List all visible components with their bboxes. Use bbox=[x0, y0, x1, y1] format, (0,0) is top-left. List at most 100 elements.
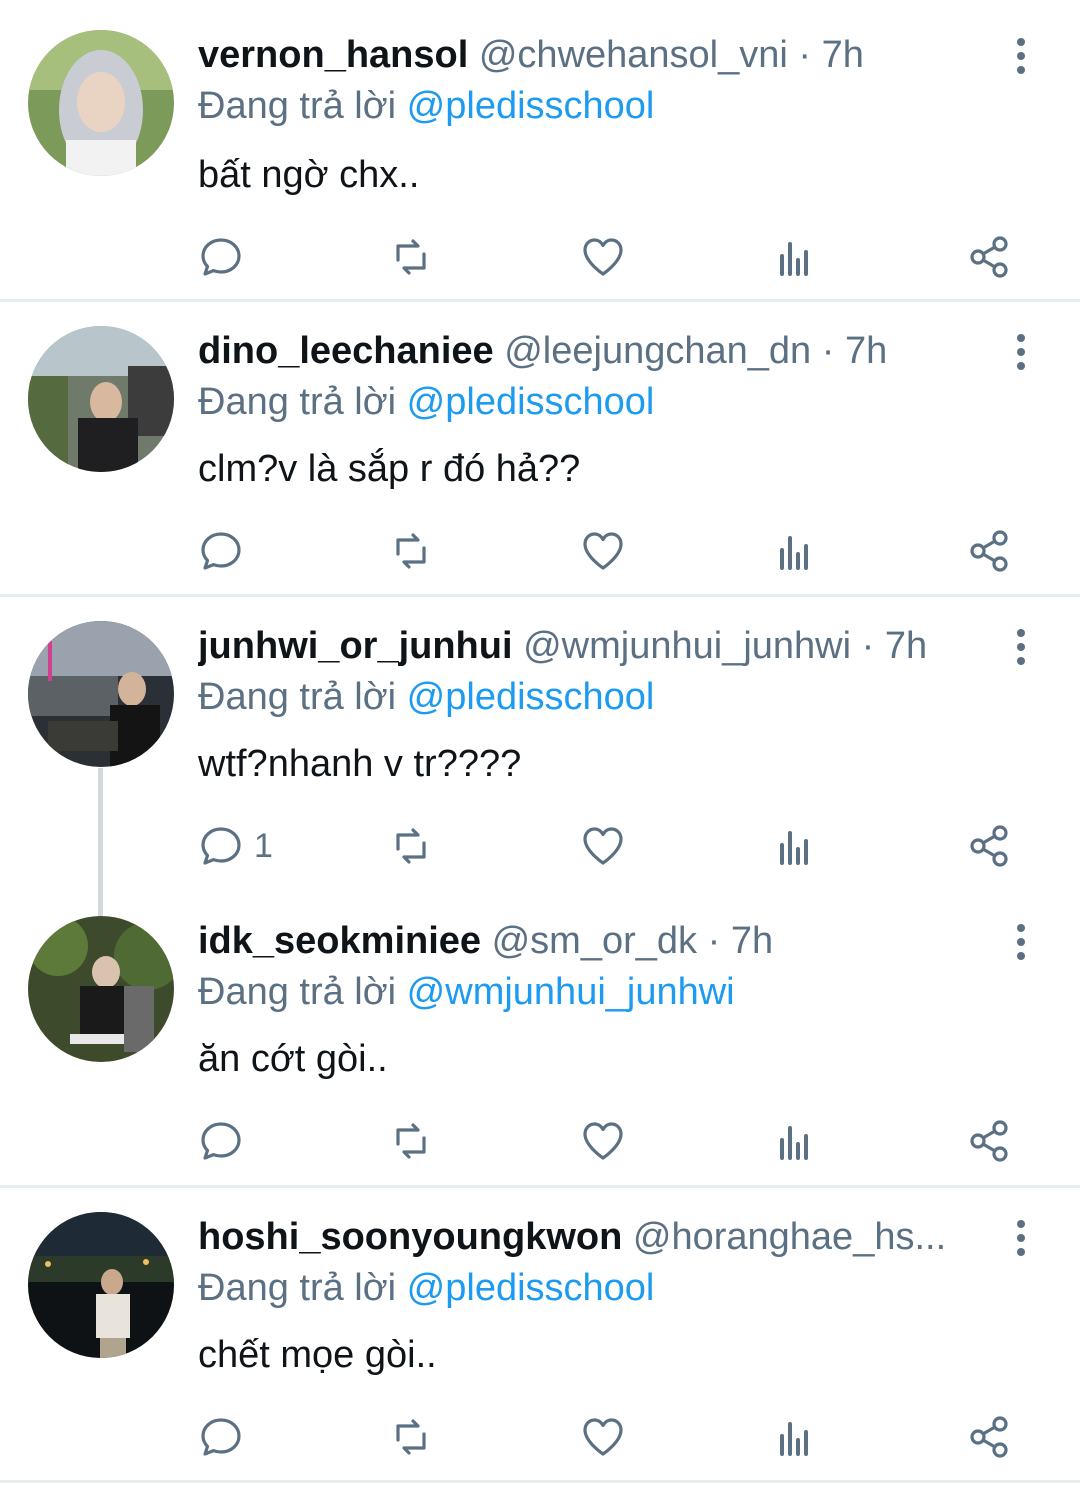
action-bar bbox=[0, 526, 1080, 576]
more-vertical-icon bbox=[1017, 629, 1025, 637]
tweet-item[interactable]: vernon_hansol @chwehansol_vni · 7h Đang … bbox=[0, 0, 1080, 300]
like-button[interactable] bbox=[580, 821, 626, 871]
replying-to-line: Đang trả lời @pledisschool bbox=[198, 81, 654, 131]
more-options-button[interactable] bbox=[1004, 34, 1038, 78]
reply-icon bbox=[201, 238, 241, 276]
share-button[interactable] bbox=[966, 232, 1012, 282]
avatar[interactable] bbox=[28, 326, 174, 472]
tweet-item[interactable]: junhwi_or_junhui @wmjunhui_junhwi · 7h Đ… bbox=[0, 597, 1080, 887]
share-button[interactable] bbox=[966, 821, 1012, 871]
more-options-button[interactable] bbox=[1004, 330, 1038, 374]
user-handle[interactable]: @chwehansol_vni bbox=[479, 34, 788, 76]
reply-mention-link[interactable]: @pledisschool bbox=[407, 676, 655, 718]
separator-dot: · bbox=[821, 330, 835, 372]
reply-mention-link[interactable]: @pledisschool bbox=[407, 1267, 655, 1309]
timestamp[interactable]: 7h bbox=[845, 330, 887, 372]
retweet-icon bbox=[396, 1419, 426, 1455]
retweet-button[interactable] bbox=[388, 526, 434, 576]
retweet-icon bbox=[396, 1123, 426, 1159]
retweet-icon bbox=[396, 828, 426, 864]
like-button[interactable] bbox=[580, 232, 626, 282]
action-bar bbox=[0, 232, 1080, 282]
separator-dot: · bbox=[798, 34, 812, 76]
display-name[interactable]: junhwi_or_junhui bbox=[198, 625, 513, 667]
retweet-button[interactable] bbox=[388, 821, 434, 871]
display-name[interactable]: idk_seokminiee bbox=[198, 920, 481, 962]
user-handle[interactable]: @leejungchan_dn bbox=[504, 330, 811, 372]
share-button[interactable] bbox=[966, 526, 1012, 576]
heart-icon bbox=[583, 1418, 623, 1456]
timestamp[interactable]: 7h bbox=[731, 920, 773, 962]
views-button[interactable] bbox=[772, 1412, 818, 1462]
views-button[interactable] bbox=[772, 232, 818, 282]
replying-to-line: Đang trả lời @pledisschool bbox=[198, 1263, 654, 1313]
reply-mention-link[interactable]: @pledisschool bbox=[407, 381, 655, 423]
reply-button[interactable] bbox=[198, 232, 254, 282]
heart-icon bbox=[583, 1122, 623, 1160]
more-vertical-icon bbox=[1017, 38, 1025, 46]
retweet-button[interactable] bbox=[388, 1412, 434, 1462]
tweet-text: wtf?nhanh v tr???? bbox=[198, 743, 522, 785]
analytics-icon bbox=[780, 242, 808, 276]
retweet-button[interactable] bbox=[388, 1116, 434, 1166]
reply-button[interactable]: 1 bbox=[198, 821, 273, 871]
reply-icon bbox=[201, 1418, 241, 1456]
more-options-button[interactable] bbox=[1004, 920, 1038, 964]
avatar[interactable] bbox=[28, 621, 174, 767]
share-icon bbox=[970, 530, 1008, 572]
heart-icon bbox=[583, 827, 623, 865]
reply-button[interactable] bbox=[198, 526, 254, 576]
tweet-item[interactable]: hoshi_soonyoungkwon @horanghae_hs... Đan… bbox=[0, 1188, 1080, 1482]
analytics-icon bbox=[780, 1422, 808, 1456]
tweet-divider bbox=[0, 1480, 1080, 1483]
reply-icon bbox=[201, 532, 241, 570]
share-icon bbox=[970, 825, 1008, 867]
user-handle[interactable]: @sm_or_dk bbox=[492, 920, 697, 962]
action-bar bbox=[0, 1116, 1080, 1166]
reply-icon bbox=[201, 1122, 241, 1160]
separator-dot: · bbox=[861, 625, 875, 667]
reply-button[interactable] bbox=[198, 1412, 254, 1462]
avatar[interactable] bbox=[28, 1212, 174, 1358]
replying-to-line: Đang trả lời @pledisschool bbox=[198, 377, 654, 427]
tweet-text: chết mọe gòi.. bbox=[198, 1334, 437, 1376]
reply-mention-link[interactable]: @wmjunhui_junhwi bbox=[407, 971, 735, 1013]
views-button[interactable] bbox=[772, 821, 818, 871]
timestamp[interactable]: 7h bbox=[885, 625, 927, 667]
share-button[interactable] bbox=[966, 1412, 1012, 1462]
timestamp[interactable]: 7h bbox=[822, 34, 864, 76]
avatar[interactable] bbox=[28, 30, 174, 176]
tweet-text: ăn cớt gòi.. bbox=[198, 1038, 388, 1080]
reply-prefix: Đang trả lời bbox=[198, 971, 397, 1013]
user-handle[interactable]: @wmjunhui_junhwi bbox=[523, 625, 851, 667]
views-button[interactable] bbox=[772, 1116, 818, 1166]
reply-button[interactable] bbox=[198, 1116, 254, 1166]
tweet-text: bất ngờ chx.. bbox=[198, 154, 420, 196]
like-button[interactable] bbox=[580, 1412, 626, 1462]
share-button[interactable] bbox=[966, 1116, 1012, 1166]
replying-to-line: Đang trả lời @wmjunhui_junhwi bbox=[198, 967, 735, 1017]
reply-mention-link[interactable]: @pledisschool bbox=[407, 85, 655, 127]
display-name[interactable]: dino_leechaniee bbox=[198, 330, 494, 372]
more-options-button[interactable] bbox=[1004, 1216, 1038, 1260]
display-name[interactable]: vernon_hansol bbox=[198, 34, 468, 76]
tweet-text: clm?v là sắp r đó hả?? bbox=[198, 448, 581, 490]
share-icon bbox=[970, 236, 1008, 278]
more-options-button[interactable] bbox=[1004, 625, 1038, 669]
retweet-icon bbox=[396, 533, 426, 569]
user-handle[interactable]: @horanghae_hs... bbox=[633, 1216, 946, 1258]
tweet-item[interactable]: idk_seokminiee @sm_or_dk · 7h Đang trả l… bbox=[0, 892, 1080, 1184]
display-name[interactable]: hoshi_soonyoungkwon bbox=[198, 1216, 622, 1258]
tweet-item[interactable]: dino_leechaniee @leejungchan_dn · 7h Đan… bbox=[0, 302, 1080, 596]
views-button[interactable] bbox=[772, 526, 818, 576]
more-vertical-icon bbox=[1017, 924, 1025, 932]
like-button[interactable] bbox=[580, 1116, 626, 1166]
avatar[interactable] bbox=[28, 916, 174, 1062]
reply-prefix: Đang trả lời bbox=[198, 1267, 397, 1309]
share-icon bbox=[970, 1120, 1008, 1162]
like-button[interactable] bbox=[580, 526, 626, 576]
reply-prefix: Đang trả lời bbox=[198, 676, 397, 718]
reply-count: 1 bbox=[254, 826, 273, 865]
reply-prefix: Đang trả lời bbox=[198, 85, 397, 127]
retweet-button[interactable] bbox=[388, 232, 434, 282]
